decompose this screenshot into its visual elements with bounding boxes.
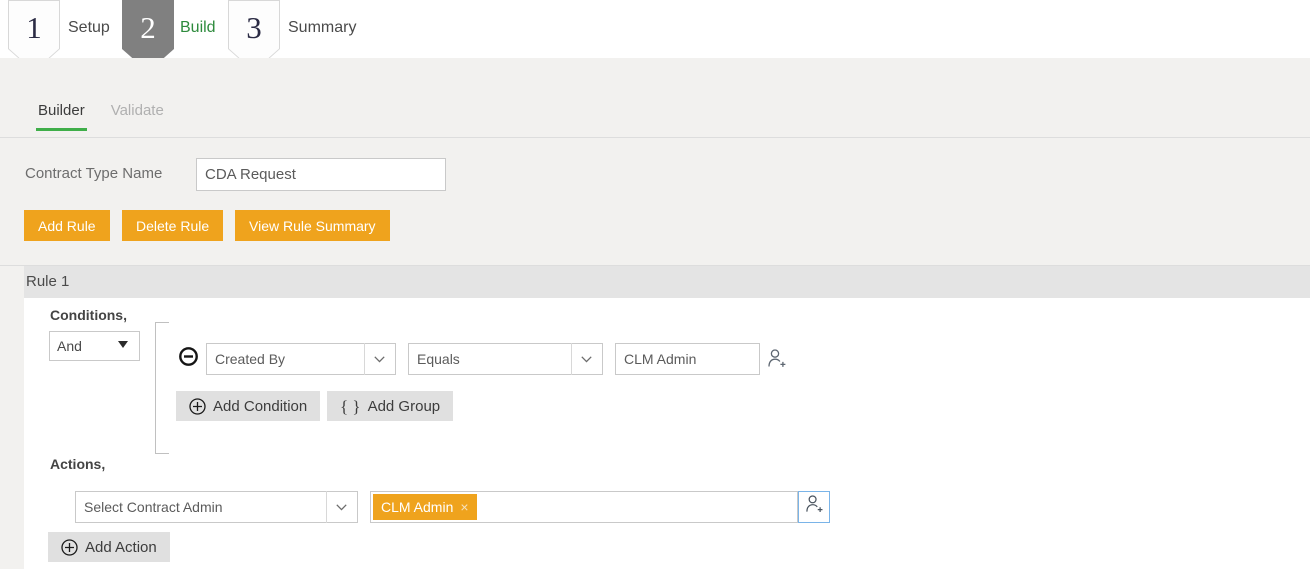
operator-select-divider [571,343,572,375]
plus-circle-icon [61,539,78,556]
contract-type-name-input[interactable] [196,158,446,191]
plus-circle-icon [189,398,206,415]
tab-list: Builder Validate [36,102,166,131]
left-gutter [0,266,24,569]
condition-logic-select[interactable]: And [49,331,140,361]
conditions-label: Conditions, [50,307,127,323]
close-icon[interactable]: × [460,500,468,514]
token-label: CLM Admin [381,499,453,515]
tab-validate[interactable]: Validate [109,102,166,131]
step-1-label: Setup [68,19,110,37]
contract-type-name-label: Contract Type Name [25,165,162,182]
braces-icon: { } [340,398,361,415]
add-rule-button[interactable]: Add Rule [24,210,110,241]
delete-rule-button[interactable]: Delete Rule [122,210,223,241]
add-group-button[interactable]: { } Add Group [327,391,453,421]
add-condition-label: Add Condition [213,398,307,415]
person-add-icon [805,494,824,520]
field-select-divider [364,343,365,375]
add-condition-button[interactable]: Add Condition [176,391,320,421]
condition-operator-select[interactable]: Equals [408,343,603,375]
step-3-number: 3 [246,0,262,43]
condition-field-select[interactable]: Created By [206,343,396,375]
step-1-number: 1 [26,0,42,43]
rule-body [24,298,1310,569]
condition-field-select-wrap: Created By [206,343,396,375]
stepper-header: 1 Setup 2 Build 3 Summary [0,0,1310,59]
tab-builder[interactable]: Builder [36,102,87,131]
minus-circle-icon[interactable] [179,347,198,366]
view-rule-summary-button[interactable]: View Rule Summary [235,210,390,241]
person-add-icon[interactable] [767,348,787,370]
action-select-divider [326,491,327,523]
condition-group-bracket [155,322,169,454]
rule-title: Rule 1 [26,273,69,290]
add-group-label: Add Group [368,398,441,415]
action-select-wrap: Select Contract Admin [75,491,358,523]
actions-label: Actions, [50,456,105,472]
step-3-label: Summary [288,19,356,37]
add-action-button[interactable]: Add Action [48,532,170,562]
step-2-number: 2 [140,0,156,43]
add-action-label: Add Action [85,539,157,556]
action-contract-admin-select[interactable]: Select Contract Admin [75,491,358,523]
action-token-field[interactable]: CLM Admin × [370,491,798,523]
step-2-label: Build [180,19,216,37]
subnav-bar: Builder Validate [0,58,1310,138]
rule-header-bar [24,266,1310,298]
action-person-add-button[interactable] [798,491,830,523]
condition-value-input[interactable] [615,343,760,375]
token-chip[interactable]: CLM Admin × [373,494,477,520]
condition-operator-select-wrap: Equals [408,343,603,375]
